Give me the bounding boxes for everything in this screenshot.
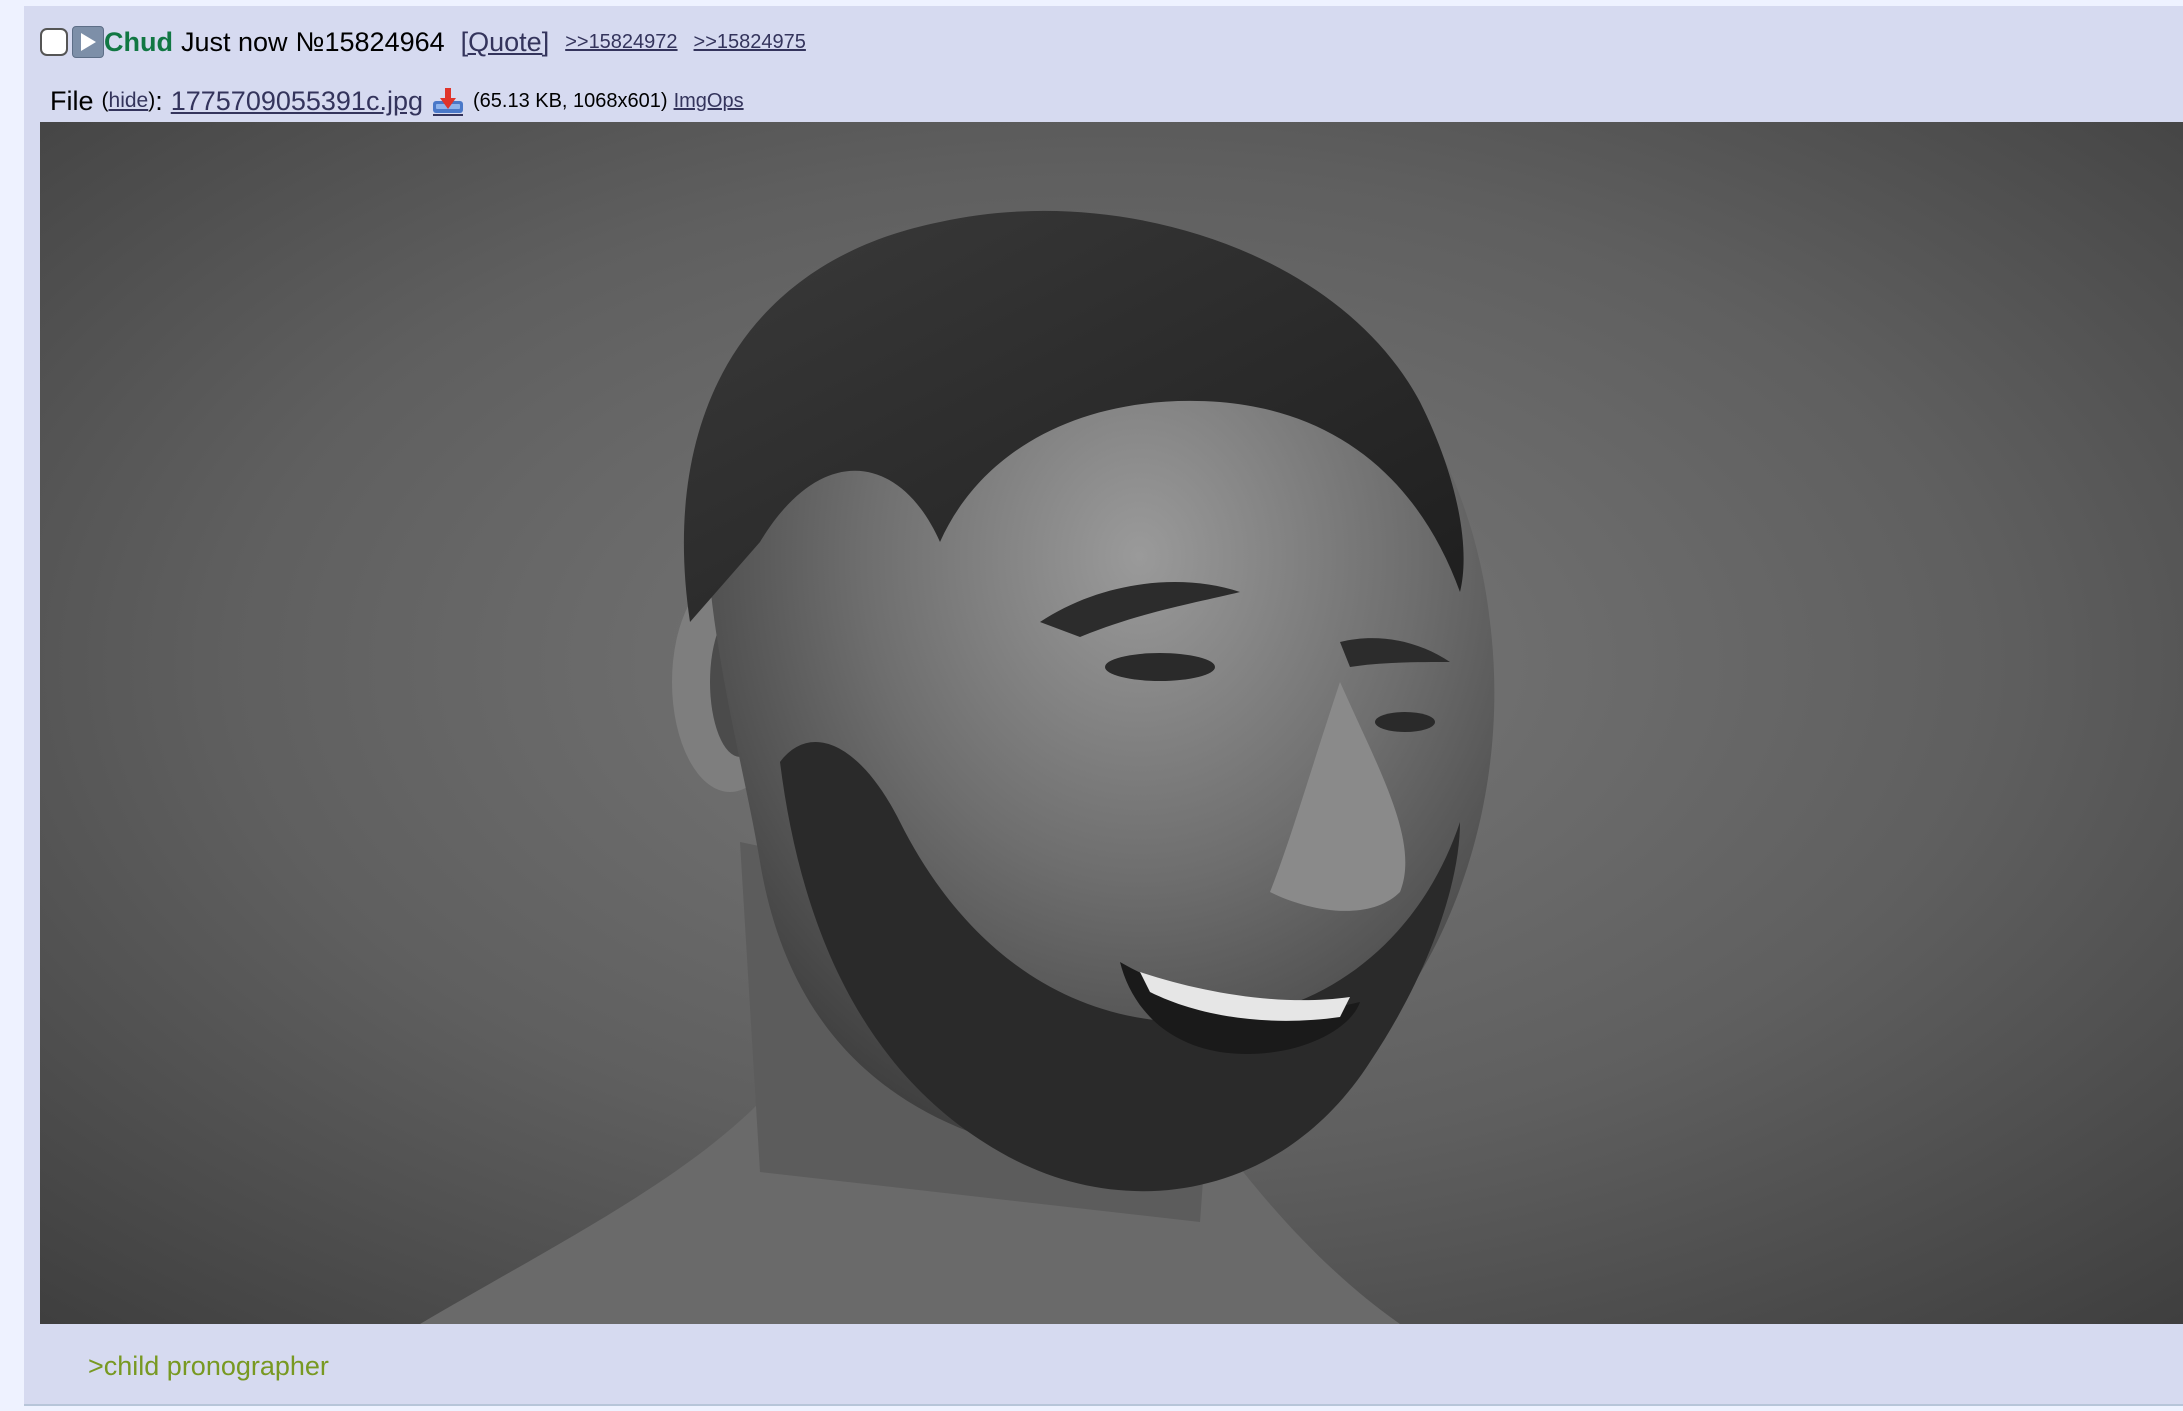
- backlink-2[interactable]: >>15824975: [694, 31, 806, 54]
- post-info: Chud Just now №15824964 [Quote] >>158249…: [40, 20, 806, 64]
- open-paren: (: [101, 89, 109, 112]
- imgops-link[interactable]: ImgOps: [674, 90, 744, 113]
- play-triangle-icon[interactable]: [72, 26, 104, 58]
- select-checkbox[interactable]: [40, 28, 68, 56]
- backlink-1[interactable]: >>15824972: [565, 31, 677, 54]
- file-name-link[interactable]: 1775709055391c.jpg: [171, 86, 423, 117]
- colon: :: [155, 85, 163, 116]
- quote-link[interactable]: [Quote]: [461, 27, 550, 58]
- hide-file-link[interactable]: hide: [109, 89, 149, 113]
- greentext-message: >child pronographer: [88, 1351, 329, 1381]
- close-paren: ): [148, 89, 156, 112]
- file-info: File ( hide ) : 1775709055391c.jpg (65.1…: [50, 80, 744, 122]
- post-image[interactable]: [40, 122, 2183, 1324]
- download-icon[interactable]: [431, 84, 465, 118]
- file-label: File: [50, 85, 94, 116]
- reply-post: Chud Just now №15824964 [Quote] >>158249…: [24, 6, 2183, 1406]
- file-metadata: (65.13 KB, 1068x601): [472, 89, 668, 112]
- poster-name: Chud: [104, 26, 173, 57]
- post-number[interactable]: №15824964: [296, 27, 445, 58]
- post-date: Just now: [180, 26, 288, 57]
